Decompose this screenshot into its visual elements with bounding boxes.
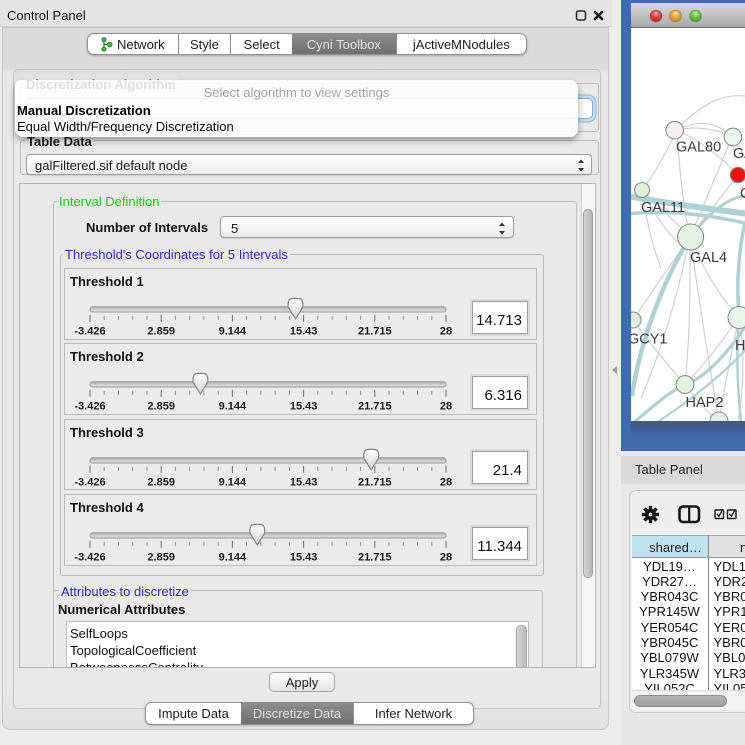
svg-text:2.859: 2.859	[147, 325, 175, 337]
svg-text:GAL4: GAL4	[690, 250, 727, 266]
svg-text:GAL80: GAL80	[676, 140, 721, 156]
svg-text:-3.426: -3.426	[74, 325, 105, 337]
svg-text:GCY1: GCY1	[631, 332, 668, 348]
svg-text:2.859: 2.859	[147, 551, 175, 563]
svg-text:H: H	[735, 338, 745, 354]
svg-text:28: 28	[440, 401, 452, 413]
svg-text:15.43: 15.43	[290, 551, 318, 563]
svg-text:GA: GA	[733, 146, 745, 162]
svg-text:9.144: 9.144	[219, 476, 247, 488]
svg-text:2.859: 2.859	[147, 476, 175, 488]
svg-text:21.715: 21.715	[358, 325, 392, 337]
svg-text:28: 28	[440, 325, 452, 337]
svg-text:15.43: 15.43	[290, 476, 318, 488]
svg-text:C: C	[740, 186, 745, 202]
svg-text:9.144: 9.144	[219, 551, 247, 563]
svg-text:9.144: 9.144	[219, 401, 247, 413]
svg-text:-3.426: -3.426	[74, 551, 105, 563]
svg-text:-3.426: -3.426	[74, 401, 105, 413]
svg-text:21.715: 21.715	[358, 401, 392, 413]
svg-text:21.715: 21.715	[358, 476, 392, 488]
svg-text:21.715: 21.715	[358, 551, 392, 563]
svg-text:9.144: 9.144	[219, 325, 247, 337]
svg-text:2.859: 2.859	[147, 401, 175, 413]
svg-text:15.43: 15.43	[290, 401, 318, 413]
svg-text:28: 28	[440, 551, 452, 563]
svg-text:GAL11: GAL11	[641, 200, 685, 216]
svg-text:-3.426: -3.426	[74, 476, 105, 488]
svg-text:HAP2: HAP2	[686, 395, 724, 411]
svg-text:28: 28	[440, 476, 452, 488]
svg-text:15.43: 15.43	[290, 325, 318, 337]
